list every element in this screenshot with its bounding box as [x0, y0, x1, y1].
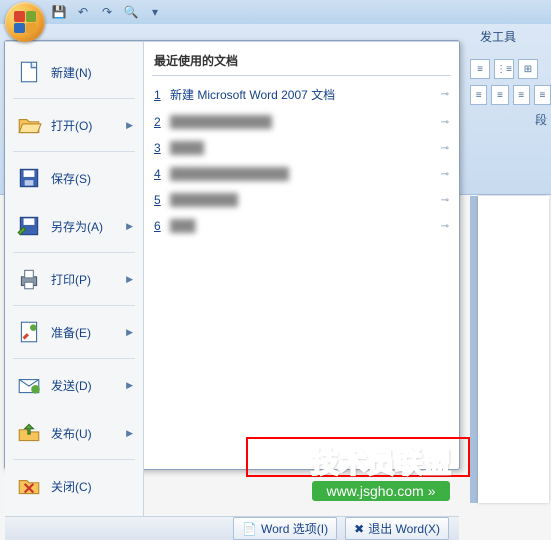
- pin-icon[interactable]: ⊸: [441, 117, 449, 128]
- pin-icon[interactable]: ⊸: [441, 169, 449, 180]
- tab-developer[interactable]: 发工具: [470, 24, 526, 49]
- menu-label: 打印(P): [51, 271, 91, 288]
- menu-label: 另存为(A): [51, 218, 103, 235]
- chevron-right-icon: ▶: [126, 221, 133, 232]
- pin-icon[interactable]: ⊸: [441, 143, 449, 154]
- watermark-url: www.jsgho.com »: [312, 481, 449, 501]
- publish-icon: [15, 419, 43, 447]
- exit-icon: ✖: [354, 522, 364, 536]
- save-icon: [15, 164, 43, 192]
- chevron-right-icon: ▶: [126, 120, 133, 131]
- recent-item[interactable]: 2 ████████████ ⊸: [152, 109, 451, 135]
- chevron-right-icon: ▶: [126, 380, 133, 391]
- office-menu-footer: 📄 Word 选项(I) ✖ 退出 Word(X): [5, 516, 459, 540]
- multilevel-list-icon[interactable]: ⊞: [518, 59, 538, 79]
- watermark: 技术员联盟 www.jsgho.com »: [311, 441, 451, 501]
- align-justify-icon[interactable]: ≡: [534, 85, 551, 105]
- menu-item-send[interactable]: 发送(D) ▶: [9, 361, 139, 409]
- document-area: [470, 196, 549, 503]
- recent-item[interactable]: 4 ██████████████ ⊸: [152, 161, 451, 187]
- close-icon: [15, 472, 43, 500]
- options-icon: 📄: [242, 522, 257, 536]
- menu-item-prepare[interactable]: 准备(E) ▶: [9, 308, 139, 356]
- pin-icon[interactable]: ⊸: [441, 89, 449, 100]
- qat-save-icon[interactable]: 💾: [50, 3, 68, 21]
- menu-label: 关闭(C): [51, 478, 92, 495]
- new-icon: [15, 58, 43, 86]
- chevron-right-icon: ▶: [126, 274, 133, 285]
- pin-icon[interactable]: ⊸: [441, 195, 449, 206]
- paragraph-group-label: 段: [470, 111, 551, 128]
- office-button[interactable]: [5, 2, 45, 42]
- watermark-title: 技术员联盟: [311, 441, 451, 481]
- send-icon: [15, 371, 43, 399]
- chevron-right-icon: ▶: [126, 428, 133, 439]
- open-icon: [15, 111, 43, 139]
- qat-preview-icon[interactable]: 🔍: [122, 3, 140, 21]
- office-menu-commands: 新建(N) 打开(O) ▶ 保存(S) 另存: [5, 42, 144, 516]
- menu-label: 打开(O): [51, 117, 92, 134]
- menu-label: 发送(D): [51, 377, 92, 394]
- menu-item-saveas[interactable]: 另存为(A) ▶: [9, 202, 139, 250]
- chevron-right-icon: ▶: [126, 327, 133, 338]
- saveas-icon: [15, 212, 43, 240]
- align-center-icon[interactable]: ≡: [491, 85, 508, 105]
- office-menu: 新建(N) 打开(O) ▶ 保存(S) 另存: [4, 40, 460, 470]
- qat-redo-icon[interactable]: ↷: [98, 3, 116, 21]
- recent-item[interactable]: 1 新建 Microsoft Word 2007 文档 ⊸: [152, 80, 451, 109]
- quick-access-toolbar: 💾 ↶ ↷ 🔍 ▾: [0, 0, 551, 24]
- menu-label: 保存(S): [51, 170, 91, 187]
- menu-item-open[interactable]: 打开(O) ▶: [9, 101, 139, 149]
- qat-dropdown-icon[interactable]: ▾: [146, 3, 164, 21]
- menu-item-print[interactable]: 打印(P) ▶: [9, 255, 139, 303]
- menu-item-close[interactable]: 关闭(C): [9, 462, 139, 510]
- document-page[interactable]: [478, 196, 549, 503]
- align-left-icon[interactable]: ≡: [470, 85, 487, 105]
- pin-icon[interactable]: ⊸: [441, 221, 449, 232]
- menu-label: 发布(U): [51, 425, 92, 442]
- recent-title: 最近使用的文档: [152, 48, 451, 76]
- recent-item[interactable]: 6 ███ ⊸: [152, 213, 451, 239]
- menu-label: 准备(E): [51, 324, 91, 341]
- align-right-icon[interactable]: ≡: [513, 85, 530, 105]
- menu-item-publish[interactable]: 发布(U) ▶: [9, 409, 139, 457]
- exit-word-button[interactable]: ✖ 退出 Word(X): [345, 517, 449, 540]
- qat-undo-icon[interactable]: ↶: [74, 3, 92, 21]
- menu-item-save[interactable]: 保存(S): [9, 154, 139, 202]
- office-logo-icon: [14, 11, 36, 33]
- prepare-icon: [15, 318, 43, 346]
- menu-item-new[interactable]: 新建(N): [9, 48, 139, 96]
- list-icon[interactable]: ≡: [470, 59, 490, 79]
- menu-label: 新建(N): [51, 64, 92, 81]
- word-options-button[interactable]: 📄 Word 选项(I): [233, 517, 337, 540]
- numbered-list-icon[interactable]: ⋮≡: [494, 59, 514, 79]
- recent-item[interactable]: 5 ████████ ⊸: [152, 187, 451, 213]
- recent-item[interactable]: 3 ████ ⊸: [152, 135, 451, 161]
- print-icon: [15, 265, 43, 293]
